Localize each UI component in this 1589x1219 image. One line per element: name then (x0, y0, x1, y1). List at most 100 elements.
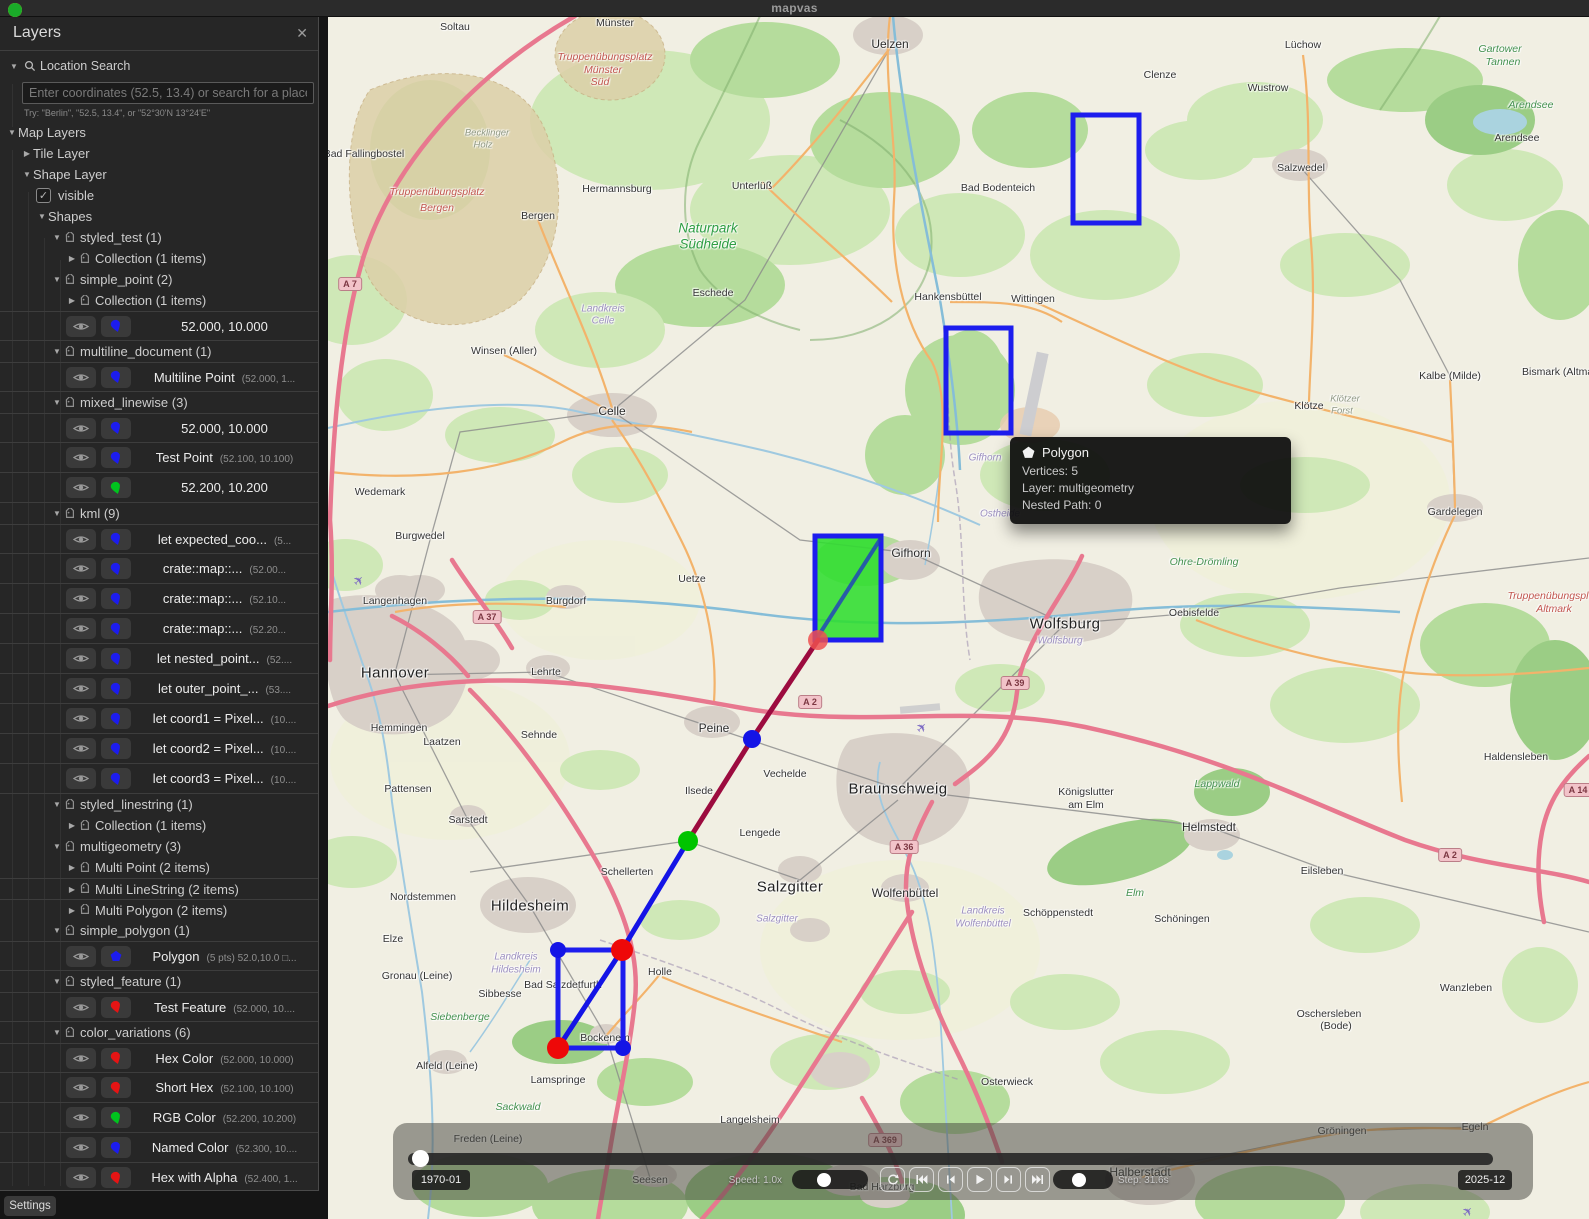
speed-slider-handle[interactable] (817, 1173, 831, 1187)
eye-visibility-button[interactable] (66, 946, 96, 967)
shape-row[interactable]: Polygon(5 pts) 52.0,10.0 □... (0, 941, 318, 971)
map-shape-dot[interactable] (678, 831, 698, 851)
chevron-right-icon[interactable]: ▶ (66, 296, 78, 305)
step-forward-button[interactable] (996, 1167, 1021, 1192)
location-search-section[interactable]: ▼ Location Search (8, 59, 130, 73)
chevron-down-icon[interactable]: ▼ (36, 212, 48, 221)
marker-icon-button[interactable] (101, 316, 131, 337)
chevron-down-icon[interactable]: ▼ (51, 926, 63, 935)
marker-icon-button[interactable] (101, 1137, 131, 1158)
shape-row[interactable]: let expected_coo...(5... (0, 524, 318, 554)
shape-row[interactable]: 52.200, 10.200 (0, 473, 318, 503)
map-shape-rect[interactable] (1073, 115, 1139, 223)
tree-group-row[interactable]: ▼Map Layers (0, 122, 318, 143)
tree-group-row[interactable]: ▼styled_linestring (1) (0, 794, 318, 815)
tree-group-row[interactable]: ▼Shapes (0, 206, 318, 227)
tree-group-row[interactable]: ▼Shape Layer (0, 164, 318, 185)
tree-group-row[interactable]: ▼simple_point (2) (0, 269, 318, 290)
shape-row[interactable]: crate::map::...(52.00... (0, 554, 318, 584)
eye-visibility-button[interactable] (66, 316, 96, 337)
marker-icon-button[interactable] (101, 997, 131, 1018)
step-back-button[interactable] (938, 1167, 963, 1192)
polygon-icon-button[interactable] (101, 946, 131, 967)
chevron-down-icon[interactable]: ▼ (51, 1028, 63, 1037)
marker-icon-button[interactable] (101, 447, 131, 468)
eye-visibility-button[interactable] (66, 1137, 96, 1158)
tree-group-row[interactable]: ▼styled_test (1) (0, 227, 318, 248)
chevron-down-icon[interactable]: ▼ (21, 170, 33, 179)
eye-visibility-button[interactable] (66, 738, 96, 759)
marker-icon-button[interactable] (101, 1048, 131, 1069)
shape-row[interactable]: Short Hex(52.100, 10.100) (0, 1073, 318, 1103)
tree-group-row[interactable]: ▶Tile Layer (0, 143, 318, 164)
chevron-down-icon[interactable]: ▼ (51, 275, 63, 284)
marker-icon-button[interactable] (101, 529, 131, 550)
shape-row[interactable]: Hex with Alpha(52.400, 1... (0, 1163, 318, 1190)
chevron-right-icon[interactable]: ▶ (66, 863, 78, 872)
chevron-right-icon[interactable]: ▶ (66, 885, 78, 894)
tree-group-row[interactable]: ▶Collection (1 items) (0, 815, 318, 836)
tree-group-row[interactable]: ▼mixed_linewise (3) (0, 392, 318, 413)
marker-icon-button[interactable] (101, 678, 131, 699)
tree-group-row[interactable]: ▼styled_feature (1) (0, 971, 318, 992)
marker-icon-button[interactable] (101, 738, 131, 759)
step-slider-handle[interactable] (1072, 1173, 1086, 1187)
marker-icon-button[interactable] (101, 418, 131, 439)
visible-checkbox[interactable]: ✓ (36, 188, 51, 203)
eye-visibility-button[interactable] (66, 418, 96, 439)
marker-icon-button[interactable] (101, 1167, 131, 1188)
timeline-handle[interactable] (412, 1150, 429, 1167)
play-button[interactable] (967, 1167, 992, 1192)
eye-visibility-button[interactable] (66, 367, 96, 388)
eye-visibility-button[interactable] (66, 1107, 96, 1128)
chevron-right-icon[interactable]: ▶ (66, 254, 78, 263)
chevron-down-icon[interactable]: ▼ (51, 509, 63, 518)
eye-visibility-button[interactable] (66, 708, 96, 729)
shape-row[interactable]: crate::map::...(52.20... (0, 614, 318, 644)
shape-row[interactable]: crate::map::...(52.10... (0, 584, 318, 614)
chevron-down-icon[interactable]: ▼ (51, 842, 63, 851)
map-shape-dot[interactable] (611, 939, 633, 961)
search-input[interactable] (22, 82, 314, 104)
chevron-down-icon[interactable]: ▼ (51, 398, 63, 407)
eye-visibility-button[interactable] (66, 558, 96, 579)
tree-group-row[interactable]: ▶Collection (1 items) (0, 290, 318, 311)
tree-group-row[interactable]: ▶Multi LineString (2 items) (0, 878, 318, 899)
marker-icon-button[interactable] (101, 477, 131, 498)
map-shape-dot[interactable] (547, 1037, 569, 1059)
chevron-down-icon[interactable]: ▼ (6, 128, 18, 137)
settings-button[interactable]: Settings (4, 1196, 56, 1216)
visibility-row[interactable]: ✓visible (0, 185, 318, 206)
close-icon[interactable]: ✕ (296, 25, 308, 42)
map-shape-dot[interactable] (615, 1040, 631, 1056)
marker-icon-button[interactable] (101, 1077, 131, 1098)
map-shape-dot[interactable] (550, 942, 566, 958)
marker-icon-button[interactable] (101, 708, 131, 729)
eye-visibility-button[interactable] (66, 648, 96, 669)
marker-icon-button[interactable] (101, 1107, 131, 1128)
chevron-right-icon[interactable]: ▶ (66, 906, 78, 915)
marker-icon-button[interactable] (101, 618, 131, 639)
shape-row[interactable]: let coord1 = Pixel...(10.... (0, 704, 318, 734)
marker-icon-button[interactable] (101, 588, 131, 609)
speed-slider[interactable] (792, 1170, 868, 1189)
shape-row[interactable]: Multiline Point(52.000, 1... (0, 362, 318, 392)
tree-group-row[interactable]: ▼multiline_document (1) (0, 341, 318, 362)
eye-visibility-button[interactable] (66, 477, 96, 498)
map-shape-dot[interactable] (808, 630, 828, 650)
timeline-track[interactable] (408, 1153, 1493, 1165)
loop-button[interactable] (880, 1167, 905, 1192)
skip-end-button[interactable] (1025, 1167, 1050, 1192)
shape-row[interactable]: Hex Color(52.000, 10.000) (0, 1043, 318, 1073)
chevron-down-icon[interactable]: ▼ (51, 233, 63, 242)
shape-row[interactable]: RGB Color(52.200, 10.200) (0, 1103, 318, 1133)
chevron-down-icon[interactable]: ▼ (51, 800, 63, 809)
map-shape-dot[interactable] (743, 730, 761, 748)
shape-row[interactable]: Test Point(52.100, 10.100) (0, 443, 318, 473)
eye-visibility-button[interactable] (66, 588, 96, 609)
marker-icon-button[interactable] (101, 768, 131, 789)
skip-start-button[interactable] (909, 1167, 934, 1192)
marker-icon-button[interactable] (101, 558, 131, 579)
shape-row[interactable]: 52.000, 10.000 (0, 311, 318, 341)
map-shape-rect[interactable] (946, 328, 1011, 433)
